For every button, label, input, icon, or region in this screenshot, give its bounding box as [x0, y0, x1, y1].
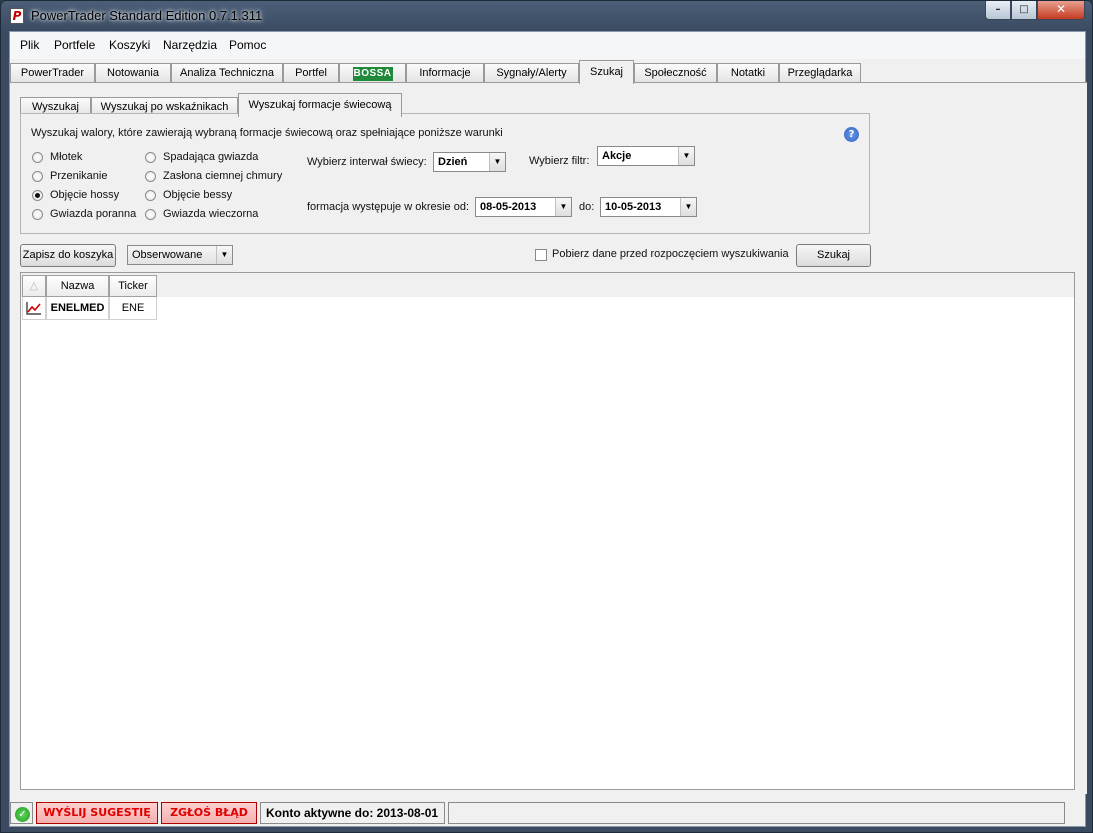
status-message [448, 802, 1065, 824]
app-window: P PowerTrader Standard Edition 0.7.1.311… [0, 0, 1093, 833]
filter-label: Wybierz filtr: [529, 155, 590, 167]
radio-objecie-hossy[interactable] [32, 190, 43, 201]
menu-bar: Plik Portfele Koszyki Narzędzia Pomoc [10, 32, 1085, 59]
radio-label-gwiazda-poranna: Gwiazda poranna [50, 208, 137, 220]
radio-mlotek[interactable] [32, 152, 43, 163]
basket-select[interactable]: Obserwowane ▼ [127, 245, 233, 265]
send-suggestion-button[interactable]: WYŚLIJ SUGESTIĘ [36, 802, 158, 824]
app-logo-icon: P [10, 8, 24, 24]
chevron-down-icon: ▼ [555, 198, 571, 216]
menu-pomoc[interactable]: Pomoc [229, 38, 266, 52]
report-bug-button[interactable]: ZGŁOŚ BŁĄD [161, 802, 257, 824]
tab-sygnaly-alerty[interactable]: Sygnały/Alerty [484, 63, 579, 83]
tab-powertrader[interactable]: PowerTrader [10, 63, 95, 83]
table-header: △ Nazwa Ticker [21, 273, 1074, 297]
close-button[interactable]: ✕ [1037, 1, 1085, 20]
filter-select[interactable]: Akcje ▼ [597, 146, 695, 166]
chevron-down-icon: ▼ [489, 153, 505, 171]
column-header-ticker[interactable]: Ticker [109, 275, 157, 297]
menu-plik[interactable]: Plik [20, 38, 39, 52]
cell-name[interactable]: ENELMED [46, 297, 109, 320]
account-status: Konto aktywne do: 2013-08-01 [260, 802, 445, 824]
window-title: PowerTrader Standard Edition 0.7.1.311 [31, 8, 263, 23]
period-label: formacja występuje w okresie od: [307, 201, 470, 213]
date-from-picker[interactable]: 08-05-2013 ▼ [475, 197, 572, 217]
menu-koszyki[interactable]: Koszyki [109, 38, 150, 52]
radio-label-mlotek: Młotek [50, 151, 83, 163]
tab-szukaj[interactable]: Szukaj [579, 60, 634, 84]
chart-icon[interactable] [22, 297, 46, 320]
bossa-logo-icon: BOSSA [352, 67, 393, 81]
maximize-button[interactable]: □ [1011, 1, 1037, 20]
tab-notowania[interactable]: Notowania [95, 63, 171, 83]
radio-label-objecie-bessy: Objęcie bessy [163, 189, 233, 201]
tab-bossa[interactable]: BOSSA [339, 63, 406, 83]
radio-gwiazda-wieczorna[interactable] [145, 209, 156, 220]
tab-portfel[interactable]: Portfel [283, 63, 339, 83]
tab-spolecznosc[interactable]: Społeczność [634, 63, 717, 83]
checkmark-icon: ✓ [15, 807, 30, 822]
column-header-nazwa[interactable]: Nazwa [46, 275, 109, 297]
basket-value: Obserwowane [132, 249, 203, 261]
radio-label-objecie-hossy: Objęcie hossy [50, 189, 120, 201]
cell-ticker[interactable]: ENE [109, 297, 157, 320]
fetch-data-label: Pobierz dane przed rozpoczęciem wyszukiw… [552, 248, 789, 260]
interval-select[interactable]: Dzień ▼ [433, 152, 506, 172]
radio-spadajaca-gwiazda[interactable] [145, 152, 156, 163]
search-subtabs: Wyszukaj Wyszukaj po wskaźnikach Wyszuka… [20, 93, 420, 117]
client-area: Plik Portfele Koszyki Narzędzia Pomoc Po… [9, 31, 1087, 827]
menu-portfele[interactable]: Portfele [54, 38, 95, 52]
sort-icon[interactable]: △ [22, 275, 46, 297]
interval-label: Wybierz interwał świecy: [307, 156, 427, 168]
menu-narzedzia[interactable]: Narzędzia [163, 38, 217, 52]
radio-label-przenikanie: Przenikanie [50, 170, 108, 182]
radio-objecie-bessy[interactable] [145, 190, 156, 201]
date-to-value: 10-05-2013 [605, 201, 662, 213]
radio-label-spadajaca-gwiazda: Spadająca gwiazda [163, 151, 259, 163]
tab-notatki[interactable]: Notatki [717, 63, 779, 83]
save-to-basket-button[interactable]: Zapisz do koszyka [20, 244, 116, 267]
search-pane: Wyszukaj Wyszukaj po wskaźnikach Wyszuka… [10, 82, 1087, 794]
interval-value: Dzień [438, 156, 468, 168]
tab-informacje[interactable]: Informacje [406, 63, 484, 83]
chevron-down-icon: ▼ [678, 147, 694, 165]
search-description: Wyszukaj walory, które zawierają wybraną… [31, 127, 503, 139]
radio-label-zaslona-ciemnej-chmury: Zasłona ciemnej chmury [163, 170, 283, 182]
date-from-value: 08-05-2013 [480, 201, 537, 213]
chevron-down-icon: ▼ [216, 246, 232, 264]
radio-gwiazda-poranna[interactable] [32, 209, 43, 220]
status-bar: ✓ WYŚLIJ SUGESTIĘ ZGŁOŚ BŁĄD Konto aktyw… [10, 801, 1085, 826]
results-table: △ Nazwa Ticker ENELMED ENE [20, 272, 1075, 790]
radio-label-gwiazda-wieczorna: Gwiazda wieczorna [163, 208, 259, 220]
candlestick-search-group: Wyszukaj walory, które zawierają wybraną… [20, 113, 870, 234]
main-tabs: PowerTrader Notowania Analiza Techniczna… [10, 60, 1085, 84]
search-button[interactable]: Szukaj [796, 244, 871, 267]
date-to-picker[interactable]: 10-05-2013 ▼ [600, 197, 697, 217]
tab-analiza-techniczna[interactable]: Analiza Techniczna [171, 63, 283, 83]
tab-przegladarka[interactable]: Przeglądarka [779, 63, 861, 83]
radio-zaslona-ciemnej-chmury[interactable] [145, 171, 156, 182]
status-indicator: ✓ [10, 802, 33, 824]
filter-value: Akcje [602, 150, 632, 162]
chevron-down-icon: ▼ [680, 198, 696, 216]
to-label: do: [579, 201, 595, 213]
subtab-formacje-swiecowe[interactable]: Wyszukaj formacje świecową [238, 93, 402, 117]
minimize-button[interactable]: – [985, 1, 1011, 20]
help-icon[interactable]: ? [844, 127, 859, 142]
fetch-data-checkbox[interactable] [535, 249, 547, 261]
title-bar[interactable]: P PowerTrader Standard Edition 0.7.1.311… [1, 1, 1092, 31]
radio-przenikanie[interactable] [32, 171, 43, 182]
